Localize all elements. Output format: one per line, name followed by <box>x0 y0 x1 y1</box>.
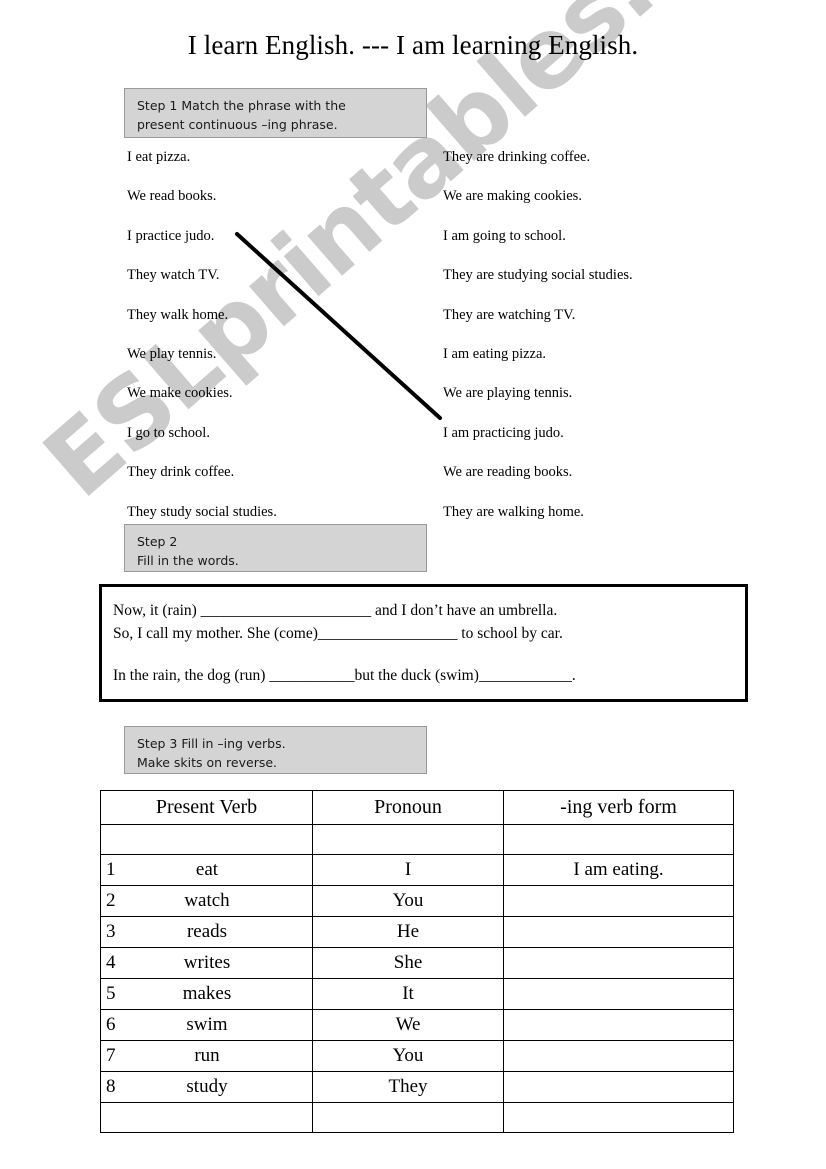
row-number: 7 <box>106 1045 116 1066</box>
cell-ing-verb-form[interactable] <box>503 947 734 979</box>
cell-present-verb: 6 swim <box>100 1009 313 1041</box>
present-verb-value: watch <box>184 890 230 911</box>
column-header-ing-verb-form: -ing verb form <box>503 790 734 825</box>
table-row: 3 reads He <box>100 916 734 948</box>
spacer-cell[interactable] <box>312 1102 504 1133</box>
cell-pronoun: They <box>312 1071 504 1103</box>
row-number: 1 <box>106 859 116 880</box>
cell-present-verb: 5 makes <box>100 978 313 1010</box>
cell-present-verb: 2 watch <box>100 885 313 917</box>
cell-present-verb: 3 reads <box>100 916 313 948</box>
matching-left-item[interactable]: I practice judo. <box>127 217 277 256</box>
cell-ing-verb-form[interactable] <box>503 916 734 948</box>
row-number: 4 <box>106 952 116 973</box>
present-verb-value: reads <box>186 921 228 942</box>
step-3-instruction-box: Step 3 Fill in –ing verbs. Make skits on… <box>124 726 427 774</box>
matching-right-item[interactable]: I am going to school. <box>443 217 633 256</box>
present-verb-value: eat <box>195 859 219 880</box>
cell-ing-verb-form[interactable] <box>503 1071 734 1103</box>
step-3-line-2: Make skits on reverse. <box>137 755 278 770</box>
spacer-cell[interactable] <box>503 1102 734 1133</box>
step-1-instruction-box: Step 1 Match the phrase with the present… <box>124 88 427 138</box>
matching-right-item[interactable]: We are reading books. <box>443 453 633 492</box>
cell-ing-verb-form[interactable] <box>503 1009 734 1041</box>
spacer-cell[interactable] <box>503 824 734 855</box>
matching-right-item[interactable]: I am eating pizza. <box>443 335 633 374</box>
table-header-row: Present Verb Pronoun -ing verb form <box>100 790 734 825</box>
page-title: I learn English. --- I am learning Engli… <box>187 30 639 60</box>
matching-right-item[interactable]: We are playing tennis. <box>443 374 633 413</box>
step-1-line-2: present continuous –ing phrase. <box>137 117 338 132</box>
cell-pronoun: He <box>312 916 504 948</box>
table-spacer-row-top <box>100 824 734 855</box>
cell-pronoun: It <box>312 978 504 1010</box>
present-verb-value: run <box>194 1045 220 1066</box>
table-row: 4 writes She <box>100 947 734 979</box>
row-number: 3 <box>106 921 116 942</box>
matching-left-item[interactable]: They watch TV. <box>127 256 277 295</box>
matching-left-item[interactable]: We play tennis. <box>127 335 277 374</box>
present-verb-value: makes <box>182 983 232 1004</box>
table-row: 2 watch You <box>100 885 734 917</box>
matching-right-item[interactable]: They are studying social studies. <box>443 256 633 295</box>
step-2-instruction-box: Step 2 Fill in the words. <box>124 524 427 572</box>
present-verb-value: study <box>186 1076 228 1097</box>
step-3-line-1: Step 3 Fill in –ing verbs. <box>137 736 286 751</box>
matching-left-item[interactable]: I eat pizza. <box>127 138 277 177</box>
cell-present-verb: 1 eat <box>100 854 313 886</box>
table-row: 1 eat I I am eating. <box>100 854 734 886</box>
present-verb-value: swim <box>186 1014 228 1035</box>
matching-left-item[interactable]: They walk home. <box>127 296 277 335</box>
spacer-cell[interactable] <box>100 1102 313 1133</box>
table-row: 5 makes It <box>100 978 734 1010</box>
matching-right-item[interactable]: I am practicing judo. <box>443 414 633 453</box>
fill-in-line-3[interactable]: In the rain, the dog (run) ___________bu… <box>113 664 745 687</box>
step-2-line-2: Fill in the words. <box>137 553 239 568</box>
cell-pronoun: You <box>312 885 504 917</box>
matching-left-item[interactable]: We make cookies. <box>127 374 277 413</box>
step-1-line-1: Step 1 Match the phrase with the <box>137 98 346 113</box>
matching-right-column: They are drinking coffee. We are making … <box>443 138 633 532</box>
cell-ing-verb-form[interactable] <box>503 885 734 917</box>
row-number: 6 <box>106 1014 116 1035</box>
cell-pronoun: I <box>312 854 504 886</box>
matching-right-item[interactable]: They are drinking coffee. <box>443 138 633 177</box>
fill-in-spacer <box>113 645 745 664</box>
row-number: 2 <box>106 890 116 911</box>
matching-left-item[interactable]: I go to school. <box>127 414 277 453</box>
cell-present-verb: 4 writes <box>100 947 313 979</box>
cell-pronoun: We <box>312 1009 504 1041</box>
table-row: 7 run You <box>100 1040 734 1072</box>
fill-in-line-1[interactable]: Now, it (rain) ______________________ an… <box>113 599 745 622</box>
present-verb-value: writes <box>183 952 231 973</box>
step-2-line-1: Step 2 <box>137 534 178 549</box>
matching-right-item[interactable]: They are walking home. <box>443 493 633 532</box>
fill-in-the-blanks-box: Now, it (rain) ______________________ an… <box>99 584 748 702</box>
verb-practice-table: Present Verb Pronoun -ing verb form 1 eat… <box>100 790 734 1133</box>
column-header-present-verb: Present Verb <box>100 790 313 825</box>
matching-left-column: I eat pizza. We read books. I practice j… <box>127 138 277 532</box>
cell-present-verb: 7 run <box>100 1040 313 1072</box>
cell-ing-verb-form[interactable] <box>503 978 734 1010</box>
matching-left-item[interactable]: We read books. <box>127 177 277 216</box>
cell-ing-verb-form[interactable] <box>503 1040 734 1072</box>
row-number: 5 <box>106 983 116 1004</box>
cell-pronoun: You <box>312 1040 504 1072</box>
worksheet-page: ESLprintables.com I learn English. --- I… <box>0 0 826 1169</box>
matching-left-item[interactable]: They drink coffee. <box>127 453 277 492</box>
cell-pronoun: She <box>312 947 504 979</box>
matching-right-item[interactable]: We are making cookies. <box>443 177 633 216</box>
column-header-pronoun: Pronoun <box>312 790 504 825</box>
table-spacer-row-bottom <box>100 1102 734 1133</box>
table-row: 6 swim We <box>100 1009 734 1041</box>
row-number: 8 <box>106 1076 116 1097</box>
cell-ing-verb-form[interactable]: I am eating. <box>503 854 734 886</box>
fill-in-line-2[interactable]: So, I call my mother. She (come)________… <box>113 622 745 645</box>
table-row: 8 study They <box>100 1071 734 1103</box>
matching-right-item[interactable]: They are watching TV. <box>443 296 633 335</box>
spacer-cell[interactable] <box>100 824 313 855</box>
cell-present-verb: 8 study <box>100 1071 313 1103</box>
spacer-cell[interactable] <box>312 824 504 855</box>
